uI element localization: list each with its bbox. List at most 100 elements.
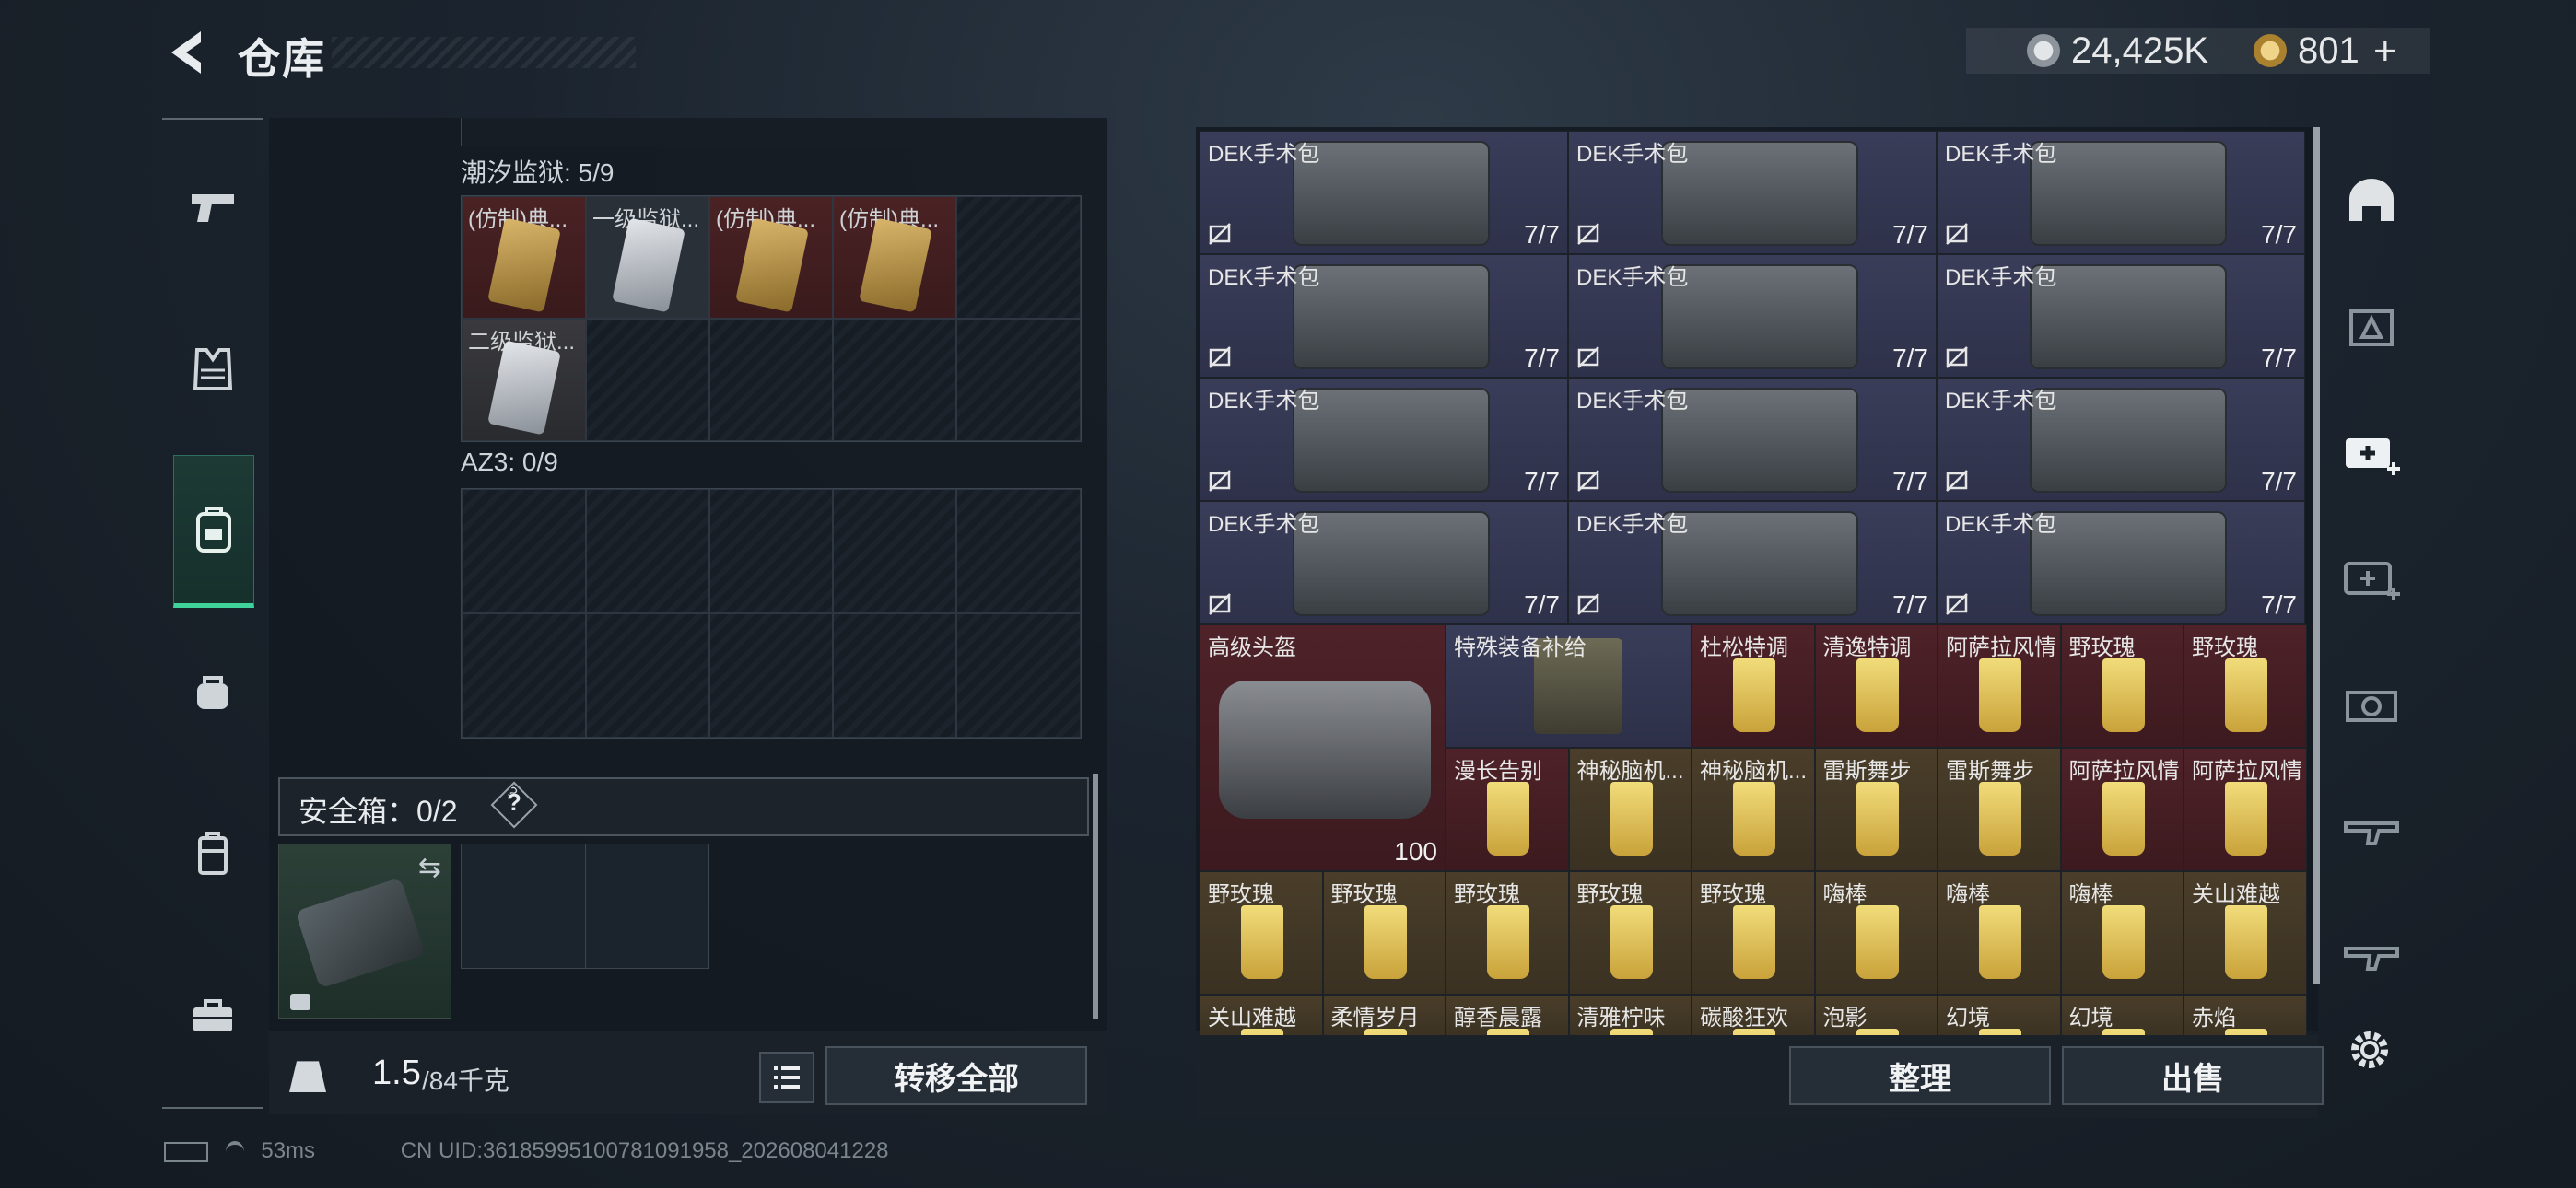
- item-count: 7/7: [1892, 590, 1928, 619]
- category-cases[interactable]: [173, 803, 252, 904]
- grid-item[interactable]: 二级监狱...: [462, 319, 586, 441]
- medkit-item[interactable]: DEK手术包 7/7: [1937, 254, 2305, 378]
- item-image: [1856, 782, 1899, 856]
- stash-item[interactable]: 嗨棒: [1814, 871, 1938, 995]
- grid-slot-empty[interactable]: [462, 489, 586, 613]
- stash-item[interactable]: 漫长告别: [1446, 748, 1569, 871]
- stash-item[interactable]: 野玫瑰: [1446, 871, 1569, 995]
- filter-medkit-IV-outline[interactable]: [2329, 530, 2414, 623]
- medkit-item[interactable]: DEK手术包 7/7: [1937, 501, 2305, 624]
- medkit-item[interactable]: DEK手术包 7/7: [1568, 378, 1937, 501]
- item-name: DEK手术包: [1576, 142, 1689, 167]
- stash-item[interactable]: 幻境: [1938, 995, 2061, 1041]
- medkit-item[interactable]: DEK手术包 7/7: [1568, 254, 1937, 378]
- grid-slot-empty[interactable]: [462, 613, 586, 738]
- stash-item[interactable]: 醇香晨露: [1446, 995, 1569, 1041]
- grid-slot-empty[interactable]: [956, 613, 1081, 738]
- grid-slot-empty[interactable]: [833, 489, 956, 613]
- medkit-item[interactable]: DEK手术包 7/7: [1200, 254, 1568, 378]
- swap-icon[interactable]: ⇆: [418, 852, 441, 884]
- medkit-item[interactable]: DEK手术包 7/7: [1568, 131, 1937, 254]
- stash-item[interactable]: 碳酸狂欢: [1692, 995, 1815, 1041]
- stash-item[interactable]: 清雅柠味: [1568, 995, 1692, 1041]
- grid-slot-empty[interactable]: [833, 613, 956, 738]
- filter-helmet[interactable]: [2329, 155, 2414, 247]
- left-scrollbar[interactable]: [1093, 774, 1098, 1019]
- stash-item[interactable]: 野玫瑰: [1692, 871, 1815, 995]
- filter-armor-III[interactable]: [2329, 280, 2414, 372]
- filter-rifle-IV[interactable]: [2329, 906, 2414, 998]
- back-arrow-icon[interactable]: [164, 28, 210, 77]
- grid-slot-empty[interactable]: [586, 319, 709, 441]
- list-view-button[interactable]: [759, 1052, 814, 1103]
- stash-item[interactable]: 雷斯舞步: [1814, 748, 1938, 871]
- category-weapons[interactable]: [173, 157, 252, 258]
- stash-item[interactable]: 嗨棒: [1938, 871, 2061, 995]
- stash-item[interactable]: 柔情岁月: [1322, 995, 1446, 1041]
- stash-item[interactable]: 阿萨拉风情: [1938, 624, 2061, 748]
- category-armor[interactable]: [173, 319, 252, 420]
- filter-medkit-IV[interactable]: [2329, 405, 2414, 497]
- item-image: [2102, 782, 2145, 856]
- item-name: DEK手术包: [1208, 389, 1320, 413]
- category-bags[interactable]: [173, 641, 252, 742]
- grid-item[interactable]: 一级监狱...: [586, 196, 709, 319]
- filter-gear-V[interactable]: [2329, 656, 2414, 748]
- stash-item[interactable]: 特殊装备补给: [1446, 624, 1692, 748]
- item-image: [1979, 905, 2021, 979]
- filter-rifle-III[interactable]: [2329, 781, 2414, 873]
- medkit-image: [1293, 141, 1490, 246]
- category-toolbox[interactable]: [173, 965, 252, 1066]
- stash-item[interactable]: 雷斯舞步: [1938, 748, 2061, 871]
- organize-button[interactable]: 整理: [1789, 1046, 2051, 1105]
- stash-item[interactable]: 野玫瑰: [1200, 871, 1323, 995]
- stash-item[interactable]: 赤焰: [2184, 995, 2307, 1041]
- grid-slot-empty[interactable]: [956, 319, 1081, 441]
- stash-item[interactable]: 神秘脑机...: [1692, 748, 1815, 871]
- medkit-item[interactable]: DEK手术包 7/7: [1937, 378, 2305, 501]
- stash-item[interactable]: 阿萨拉风情: [2184, 748, 2307, 871]
- grid-item[interactable]: (仿制)典...: [462, 196, 586, 319]
- sell-button[interactable]: 出售: [2062, 1046, 2324, 1105]
- grid-slot-empty[interactable]: [462, 844, 586, 968]
- settings-button[interactable]: [2344, 1024, 2395, 1076]
- stash-item[interactable]: 嗨棒: [2060, 871, 2184, 995]
- medkit-item[interactable]: DEK手术包 7/7: [1200, 501, 1568, 624]
- medkit-item[interactable]: DEK手术包 7/7: [1200, 378, 1568, 501]
- medkit-item[interactable]: DEK手术包 7/7: [1568, 501, 1937, 624]
- grid-slot-empty[interactable]: [956, 196, 1081, 319]
- grid-slot-empty[interactable]: [709, 613, 833, 738]
- category-backpack[interactable]: [173, 455, 254, 608]
- transfer-all-button[interactable]: 转移全部: [825, 1046, 1087, 1105]
- grid-slot-empty[interactable]: [586, 613, 709, 738]
- stash-item[interactable]: 野玫瑰: [2060, 624, 2184, 748]
- medkit-item[interactable]: DEK手术包 7/7: [1937, 131, 2305, 254]
- grid-item[interactable]: (仿制)典...: [709, 196, 833, 319]
- grid-item[interactable]: (仿制)典...: [833, 196, 956, 319]
- grid-slot-empty[interactable]: [586, 489, 709, 613]
- stash-item[interactable]: 野玫瑰: [2184, 624, 2307, 748]
- stash-item[interactable]: 阿萨拉风情: [2060, 748, 2184, 871]
- item-name: DEK手术包: [1576, 265, 1689, 290]
- stash-item[interactable]: 高级头盔 100: [1200, 624, 1446, 871]
- stash-item[interactable]: 神秘脑机...: [1568, 748, 1692, 871]
- stash-item[interactable]: 关山难越: [1200, 995, 1323, 1041]
- item-name: 阿萨拉风情: [2192, 759, 2302, 784]
- grid-slot-empty[interactable]: [833, 319, 956, 441]
- safebox-slot[interactable]: ⇆: [278, 844, 451, 1019]
- medkit-item[interactable]: DEK手术包 7/7: [1200, 131, 1568, 254]
- stash-item[interactable]: 杜松特调: [1692, 624, 1815, 748]
- item-image: [1219, 681, 1431, 819]
- stash-item[interactable]: 泡影: [1814, 995, 1938, 1041]
- stash-item[interactable]: 幻境: [2060, 995, 2184, 1041]
- grid-slot-empty[interactable]: [956, 489, 1081, 613]
- grid-slot-empty[interactable]: [709, 489, 833, 613]
- stash-item[interactable]: 关山难越: [2184, 871, 2307, 995]
- not-lootable-icon: [1209, 223, 1231, 245]
- stash-scrollbar[interactable]: [2313, 127, 2320, 984]
- grid-slot-empty[interactable]: [709, 319, 833, 441]
- stash-item[interactable]: 野玫瑰: [1568, 871, 1692, 995]
- stash-item[interactable]: 野玫瑰: [1322, 871, 1446, 995]
- stash-item[interactable]: 清逸特调: [1814, 624, 1938, 748]
- add-currency-button[interactable]: +: [2373, 29, 2397, 75]
